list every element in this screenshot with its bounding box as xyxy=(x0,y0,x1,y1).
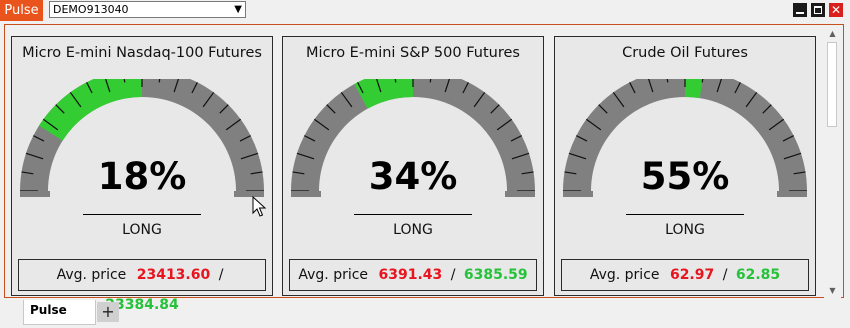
scroll-down-arrow-icon[interactable]: ▼ xyxy=(824,284,841,298)
percent-value: 34% xyxy=(368,155,458,198)
mouse-cursor-icon xyxy=(252,196,267,217)
pulse-panel-sp500: Micro E-mini S&P 500 Futures 34% LONG Av… xyxy=(282,36,544,296)
avg-price-green: 62.85 xyxy=(735,267,781,283)
add-tab-button[interactable]: + xyxy=(97,302,119,322)
account-select-value: DEMO913040 xyxy=(53,3,129,16)
avg-price-label: Avg. price xyxy=(298,267,369,283)
divider-line xyxy=(83,214,201,215)
price-separator: / xyxy=(450,267,456,283)
scroll-thumb[interactable] xyxy=(827,42,837,127)
price-separator: / xyxy=(218,267,224,283)
avg-price-box: Avg. price 23413.60 / 23384.84 xyxy=(18,259,266,313)
avg-price-label: Avg. price xyxy=(56,267,127,283)
scroll-up-arrow-icon[interactable]: ▲ xyxy=(824,27,841,41)
sheet-tab-pulse[interactable]: Pulse xyxy=(23,300,96,325)
avg-price-box: Avg. price 62.97 / 62.85 xyxy=(561,259,809,291)
position-direction: LONG xyxy=(665,222,705,238)
avg-price-label: Avg. price xyxy=(589,267,660,283)
avg-price-red: 62.97 xyxy=(669,267,715,283)
minimize-icon[interactable] xyxy=(793,3,807,17)
vertical-scrollbar[interactable]: ▲ ▼ xyxy=(824,27,841,298)
position-direction: LONG xyxy=(122,222,162,238)
percent-value: 55% xyxy=(640,155,730,198)
panel-title: Micro E-mini Nasdaq-100 Futures xyxy=(22,45,262,61)
account-select[interactable]: DEMO913040 ▼ xyxy=(49,1,246,18)
panel-title: Micro E-mini S&P 500 Futures xyxy=(306,45,520,61)
percent-value: 18% xyxy=(97,155,187,198)
pulse-panel-crude-oil: Crude Oil Futures 55% LONG Avg. price 62… xyxy=(554,36,816,296)
panel-title: Crude Oil Futures xyxy=(622,45,748,61)
divider-line xyxy=(354,214,472,215)
app-tab-pulse[interactable]: Pulse xyxy=(0,0,43,21)
gauge-fill xyxy=(38,79,142,141)
chevron-down-icon: ▼ xyxy=(234,4,242,15)
divider-line xyxy=(626,214,744,215)
avg-price-box: Avg. price 6391.43 / 6385.59 xyxy=(289,259,537,291)
avg-price-green: 6385.59 xyxy=(463,267,528,283)
title-bar: Pulse DEMO913040 ▼ ✕ xyxy=(0,0,850,21)
avg-price-red: 6391.43 xyxy=(378,267,443,283)
pulse-panel-nasdaq: Micro E-mini Nasdaq-100 Futures 18% LONG… xyxy=(11,36,273,313)
maximize-icon[interactable] xyxy=(811,3,825,17)
avg-price-red: 23413.60 xyxy=(136,267,211,283)
price-separator: / xyxy=(722,267,728,283)
close-icon[interactable]: ✕ xyxy=(829,3,843,17)
position-direction: LONG xyxy=(393,222,433,238)
